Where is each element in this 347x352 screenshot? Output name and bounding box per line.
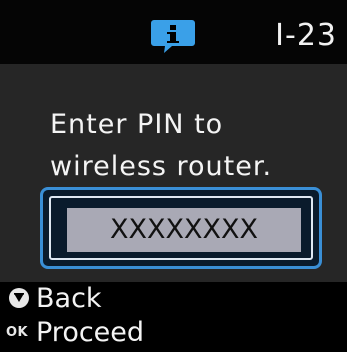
- message-line-2: wireless router.: [50, 151, 273, 182]
- footer-actions: Back OK Proceed: [0, 282, 347, 352]
- screen-code: I-23: [275, 18, 337, 53]
- proceed-button[interactable]: OK Proceed: [0, 316, 144, 348]
- header-bar: I-23: [0, 0, 347, 64]
- back-button[interactable]: Back: [0, 282, 102, 314]
- ok-key-badge: OK: [5, 324, 29, 340]
- instruction-message: Enter PIN to wireless router.: [50, 104, 340, 188]
- message-line-1: Enter PIN to: [50, 109, 224, 140]
- proceed-label: Proceed: [36, 316, 145, 348]
- pin-input[interactable]: [67, 208, 301, 252]
- info-icon: [150, 17, 196, 55]
- pin-field-frame: [40, 187, 322, 269]
- back-label: Back: [36, 282, 102, 314]
- stop-back-icon: [8, 287, 30, 309]
- printer-lcd-screen: I-23 Enter PIN to wireless router. Back …: [0, 0, 347, 352]
